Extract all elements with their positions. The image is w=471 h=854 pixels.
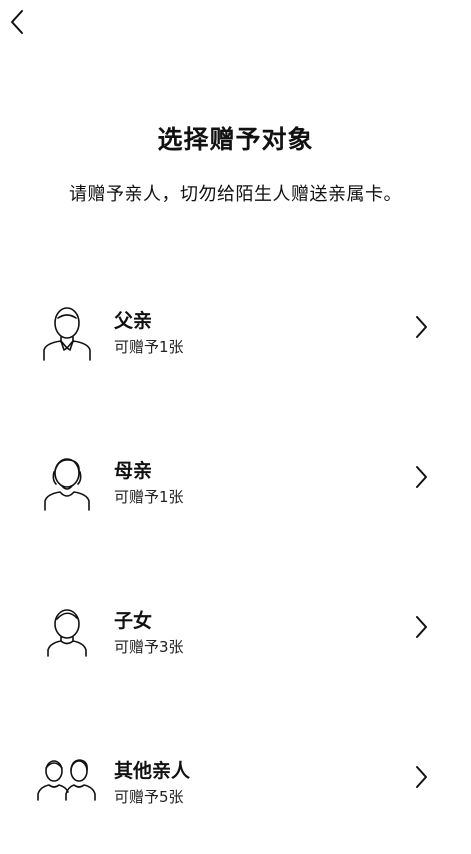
recipient-name: 父亲 <box>114 310 153 332</box>
child-avatar-icon <box>47 609 87 657</box>
mother-avatar-icon <box>44 458 90 511</box>
recipient-quota: 可赠予1张 <box>114 488 184 506</box>
relatives-avatar-icon <box>37 759 96 801</box>
recipient-name: 其他亲人 <box>114 760 191 782</box>
recipient-name: 子女 <box>114 610 153 632</box>
recipient-quota: 可赠予5张 <box>114 788 184 806</box>
recipient-row-child[interactable]: 子女 可赠予3张 <box>0 604 471 704</box>
recipient-row-father[interactable]: 父亲 可赠予1张 <box>0 304 471 404</box>
recipient-quota: 可赠予1张 <box>114 338 184 356</box>
recipient-quota: 可赠予3张 <box>114 638 184 656</box>
recipient-name: 母亲 <box>114 460 153 482</box>
chevron-right-icon <box>416 316 427 338</box>
chevron-right-icon <box>416 466 427 488</box>
back-button[interactable] <box>2 6 32 38</box>
recipient-row-relatives[interactable]: 其他亲人 可赠予5张 <box>0 754 471 854</box>
chevron-right-icon <box>416 766 427 788</box>
page-subtitle: 请赠予亲人，切勿给陌生人赠送亲属卡。 <box>69 184 402 205</box>
chevron-right-icon <box>416 616 427 638</box>
recipient-row-mother[interactable]: 母亲 可赠予1张 <box>0 454 471 554</box>
father-avatar-icon <box>43 307 91 361</box>
chevron-left-icon <box>11 10 23 34</box>
page-title: 选择赠予对象 <box>157 125 314 154</box>
